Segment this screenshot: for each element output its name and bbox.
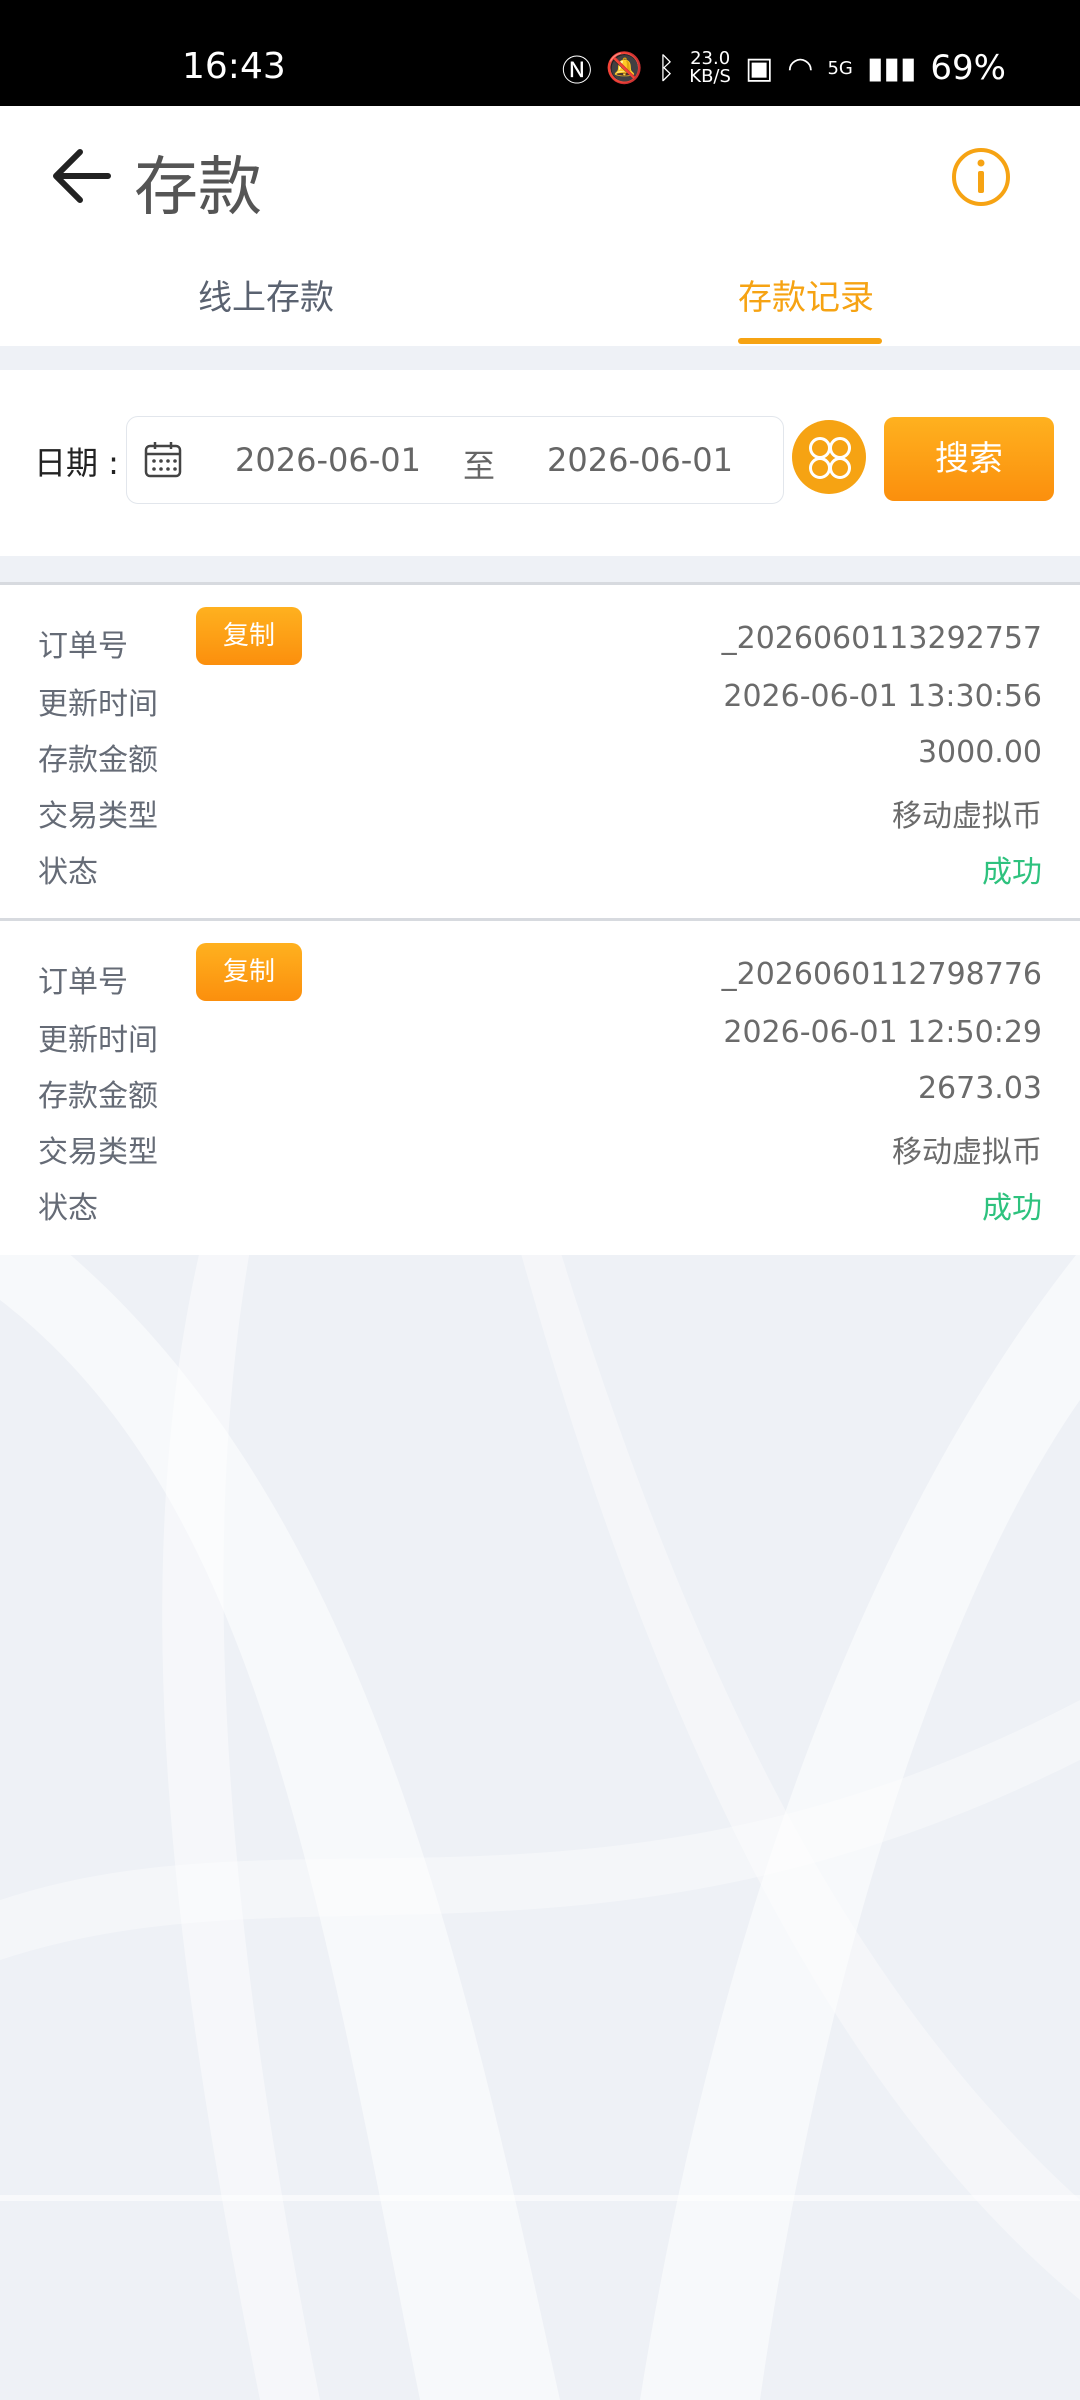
deposit-record: 订单号 复制 _2026060113292757 更新时间 2026-06-01… <box>0 585 1080 919</box>
status-time: 16:43 <box>182 46 286 87</box>
info-icon[interactable] <box>950 146 1012 208</box>
date-filter: 日期 : 2026-06-01 至 2026-06-01 搜索 <box>0 370 1080 556</box>
time-label: 更新时间 <box>38 1023 158 1058</box>
deposit-amount: 2673.03 <box>917 1071 1042 1106</box>
signal-icon: ▮▮▮ <box>866 50 917 86</box>
date-from[interactable]: 2026-06-01 <box>235 441 421 479</box>
network-label: 5G <box>827 57 853 79</box>
type-row: 交易类型 移动虚拟币 <box>38 1127 1042 1170</box>
time-label: 更新时间 <box>38 687 158 722</box>
status-icons: Ⓝ 🔕 ᛒ 23.0 KB/S ▣ ◠ 5G ▮▮▮ 69% <box>562 46 1006 90</box>
hd-icon: ▣ <box>744 50 774 86</box>
active-tab-indicator <box>738 338 882 344</box>
nfc-icon: Ⓝ <box>561 54 592 89</box>
dot-icon <box>829 437 851 459</box>
order-number: _2026060113292757 <box>721 621 1042 656</box>
copy-button[interactable]: 复制 <box>196 943 302 1001</box>
amount-row: 存款金额 2673.03 <box>38 1071 1042 1114</box>
type-label: 交易类型 <box>38 1135 158 1170</box>
amount-row: 存款金额 3000.00 <box>38 735 1042 778</box>
date-to[interactable]: 2026-06-01 <box>547 441 733 479</box>
app-header: 存款 <box>0 106 1080 248</box>
deposit-record: 订单号 复制 _2026060112798776 更新时间 2026-06-01… <box>0 921 1080 1255</box>
dot-icon <box>809 437 831 459</box>
date-range-field[interactable]: 2026-06-01 至 2026-06-01 <box>126 416 784 504</box>
time-row: 更新时间 2026-06-01 12:50:29 <box>38 1015 1042 1058</box>
transaction-type: 移动虚拟币 <box>892 1135 1042 1170</box>
tab-online-deposit[interactable]: 线上存款 <box>198 270 334 319</box>
order-row: 订单号 复制 _2026060113292757 <box>38 607 1042 665</box>
page-title: 存款 <box>134 151 262 225</box>
update-time: 2026-06-01 13:30:56 <box>723 679 1042 714</box>
bluetooth-icon: ᛒ <box>657 50 676 86</box>
order-number: _2026060112798776 <box>721 957 1042 992</box>
quick-filter-button[interactable] <box>792 420 866 494</box>
dot-icon <box>809 457 831 479</box>
date-label: 日期 : <box>34 444 119 482</box>
deposit-amount: 3000.00 <box>917 735 1042 770</box>
type-label: 交易类型 <box>38 799 158 834</box>
status-row: 状态 成功 <box>38 1183 1042 1226</box>
order-label: 订单号 <box>38 965 128 1000</box>
date-separator: 至 <box>463 447 496 485</box>
search-button[interactable]: 搜索 <box>884 417 1054 501</box>
dot-icon <box>829 457 851 479</box>
tab-bar: 线上存款 存款记录 <box>0 248 1080 346</box>
status-label: 状态 <box>38 855 98 890</box>
net-speed: 23.0 KB/S <box>689 48 731 87</box>
wifi-icon: ◠ <box>787 50 814 86</box>
copy-button[interactable]: 复制 <box>196 607 302 665</box>
type-row: 交易类型 移动虚拟币 <box>38 791 1042 834</box>
amount-label: 存款金额 <box>38 743 158 778</box>
time-row: 更新时间 2026-06-01 13:30:56 <box>38 679 1042 722</box>
status-value: 成功 <box>982 855 1042 890</box>
mute-bell-icon: 🔕 <box>605 50 644 86</box>
transaction-type: 移动虚拟币 <box>892 799 1042 834</box>
amount-label: 存款金额 <box>38 1079 158 1114</box>
status-bar: 16:43 Ⓝ 🔕 ᛒ 23.0 KB/S ▣ ◠ 5G ▮▮▮ 69% <box>0 0 1080 106</box>
update-time: 2026-06-01 12:50:29 <box>723 1015 1042 1050</box>
status-label: 状态 <box>38 1191 98 1226</box>
status-row: 状态 成功 <box>38 847 1042 890</box>
order-label: 订单号 <box>38 629 128 664</box>
back-arrow-icon[interactable] <box>50 146 112 206</box>
order-row: 订单号 复制 _2026060112798776 <box>38 943 1042 1001</box>
battery-percent: 69% <box>930 48 1006 88</box>
calendar-icon <box>144 442 182 478</box>
status-value: 成功 <box>982 1191 1042 1226</box>
tab-deposit-records[interactable]: 存款记录 <box>738 270 874 319</box>
